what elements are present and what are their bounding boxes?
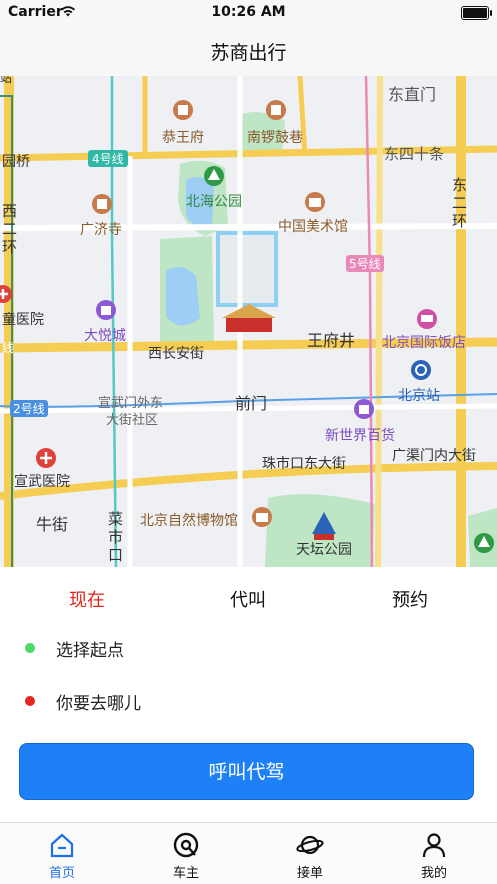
metro-badge-label: 2号线 [13,402,45,416]
tabbar-item-orders[interactable]: 接单 [270,827,350,881]
battery-icon [461,6,492,20]
road [0,223,497,231]
map-label: 线 [2,341,14,355]
map-label: 西 [2,202,17,220]
map-label: 园桥 [2,154,30,170]
map-view[interactable]: 东直门 恭王府 南锣鼓巷 园桥 4号线 东四十条 北海公园 广济寺 中国美术馆 … [0,76,497,567]
map-label: 口 [108,546,123,564]
tabbar-item-mine[interactable]: 我的 [394,827,474,881]
map-label: 大悦城 [84,328,126,344]
tab-now[interactable]: 现在 [27,586,147,612]
temple-icon[interactable] [92,194,112,214]
map-label: 广渠门内大街 [392,448,476,464]
tiananmen-landmark-icon[interactable] [222,304,276,332]
map-canvas[interactable]: 东直门 恭王府 南锣鼓巷 园桥 4号线 东四十条 北海公园 广济寺 中国美术馆 … [0,76,497,567]
map-label: 恭王府 [162,130,204,146]
lake [166,267,200,326]
steering-wheel-icon [173,832,199,858]
hotel-icon[interactable] [417,309,437,329]
map-label: 北京自然博物馆 [140,512,238,529]
map-label: 菜 [108,510,123,528]
hospital-icon[interactable] [36,448,56,468]
palace-outline [216,231,278,307]
destination-placeholder: 你要去哪儿 [56,694,141,714]
map-label: 牛街 [36,515,68,534]
map-label: 二 [452,194,467,212]
tabbar-label-orders: 接单 [296,866,323,881]
origin-dot [25,643,35,653]
tab-reserve[interactable]: 预约 [350,586,470,612]
shopping-icon[interactable] [96,300,116,320]
planet-icon [296,835,324,855]
status-bar: Carrier 10:26 AM [0,0,497,26]
map-label: 环 [2,238,17,256]
tabbar-label-owner: 车主 [172,866,199,881]
park-icon[interactable] [204,166,224,186]
map-label: 东 [452,176,467,194]
map-label: 珠市口东大街 [262,455,346,472]
call-driver-button[interactable]: 呼叫代驾 [19,743,474,800]
home-icon [50,833,74,858]
metro-line [110,76,118,567]
temple-icon[interactable] [173,100,193,120]
map-label: 广济寺 [80,222,122,238]
map-label: 北京国际饭店 [382,335,466,351]
origin-placeholder: 选择起点 [56,641,124,661]
clock: 10:26 AM [211,4,286,20]
map-label: 北京站 [398,388,440,404]
bottom-tab-bar: 首页 车主 接单 我的 [0,822,497,884]
temple-icon[interactable] [266,100,286,120]
museum-icon[interactable] [305,192,325,212]
map-label: 二 [2,220,17,238]
map-label: 东四十条 [384,145,444,163]
park-icon[interactable] [474,533,494,553]
page-title: 苏商出行 [210,42,287,64]
map-label: 宣武门外东 [98,395,163,411]
road [375,76,383,567]
map-label: 大街社区 [106,412,158,428]
metro-badge-label: 5号线 [349,257,381,271]
tabbar-label-mine: 我的 [420,866,447,881]
tabbar-label-home: 首页 [48,866,75,881]
navigation-bar: 苏商出行 [0,26,497,76]
destination-dot [25,696,35,706]
metro-badge-label: 4号线 [92,152,124,166]
map-label: 中国美术馆 [278,219,348,235]
tabbar-item-owner[interactable]: 车主 [146,827,226,881]
map-label: 新世界百货 [325,427,395,444]
map-label: 童医院 [2,311,44,328]
destination-field[interactable]: 你要去哪儿 [0,681,497,721]
map-label: 南锣鼓巷 [247,130,303,146]
map-label: 站 [0,76,12,85]
map-label: 王府井 [307,331,355,350]
tab-proxy-call[interactable]: 代叫 [188,586,308,612]
map-label: 市 [108,528,123,546]
map-label: 宣武医院 [14,474,70,490]
shopping-icon[interactable] [354,399,374,419]
museum-icon[interactable] [252,507,272,527]
map-label: 东直门 [388,85,436,104]
metro-station-icon[interactable] [411,360,431,380]
origin-field[interactable]: 选择起点 [0,628,497,668]
person-icon [422,833,446,858]
road [0,462,497,500]
map-label: 北海公园 [186,194,242,210]
map-label: 西长安街 [148,346,204,362]
tabbar-item-home[interactable]: 首页 [22,827,102,881]
map-label: 前门 [235,394,267,413]
map-label: 天坛公园 [296,542,352,558]
map-label: 环 [452,212,467,230]
